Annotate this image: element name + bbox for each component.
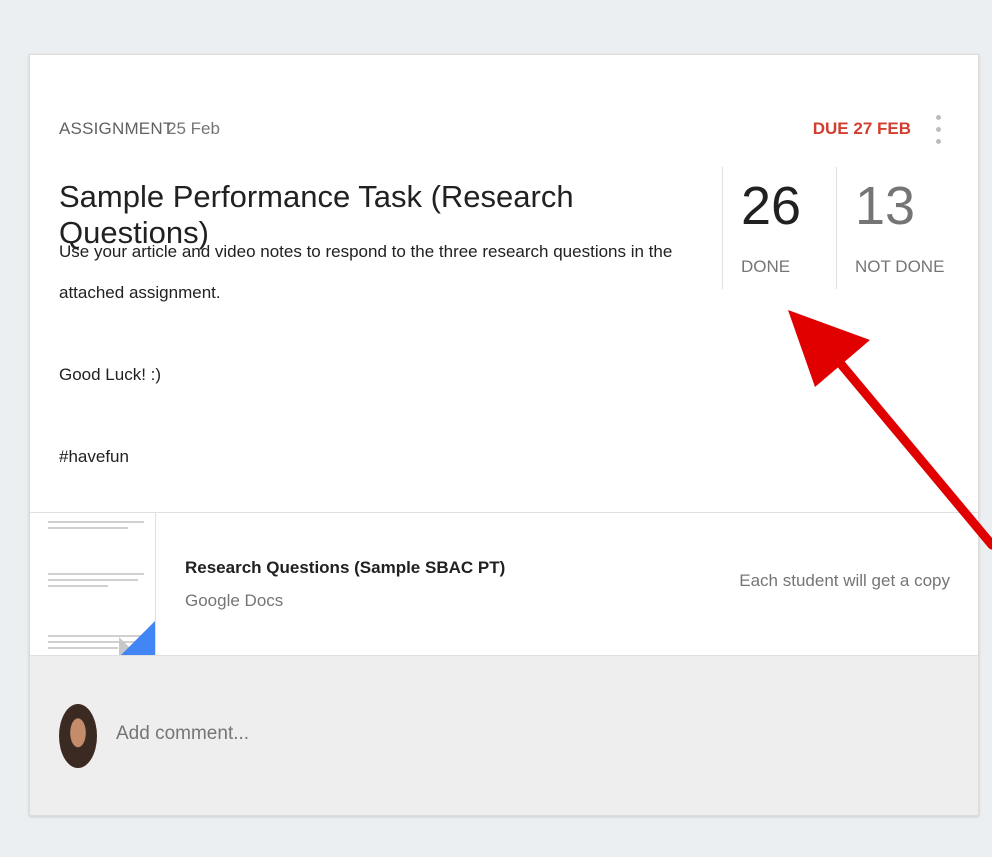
- attachment-source: Google Docs: [185, 591, 284, 610]
- not-done-count: 13: [855, 176, 916, 236]
- more-vert-icon[interactable]: [929, 112, 949, 148]
- done-label: DONE: [741, 257, 791, 276]
- comment-area: [30, 656, 978, 815]
- google-docs-thumbnail[interactable]: [30, 513, 156, 655]
- posted-date: 25 Feb: [167, 119, 220, 138]
- description-line: [59, 395, 679, 436]
- done-count: 26: [741, 176, 802, 236]
- description-line: Good Luck! :): [59, 365, 162, 384]
- description-line: Use your article and video notes to resp…: [59, 242, 673, 302]
- attachment-title[interactable]: Research Questions (Sample SBAC PT): [185, 558, 505, 578]
- not-done-stat[interactable]: 13 NOT DONE: [836, 167, 952, 289]
- due-date-label: DUE 27 FEB: [812, 119, 911, 138]
- assignment-description: Use your article and video notes to resp…: [59, 231, 679, 477]
- card-header: ASSIGNMENT 25 Feb DUE 27 FEB: [59, 115, 949, 144]
- red-annotation-arrow-icon: [788, 310, 992, 550]
- user-avatar: [59, 704, 97, 768]
- submission-stats: 26 DONE 13 NOT DONE: [722, 167, 952, 289]
- assignment-type-label: ASSIGNMENT: [59, 119, 174, 138]
- description-line: #havefun: [59, 447, 129, 466]
- add-comment-input[interactable]: [116, 723, 516, 745]
- attachment-mode: Each student will get a copy: [739, 571, 950, 590]
- not-done-label: NOT DONE: [855, 257, 945, 276]
- done-stat[interactable]: 26 DONE: [722, 167, 836, 289]
- description-line: [59, 313, 679, 354]
